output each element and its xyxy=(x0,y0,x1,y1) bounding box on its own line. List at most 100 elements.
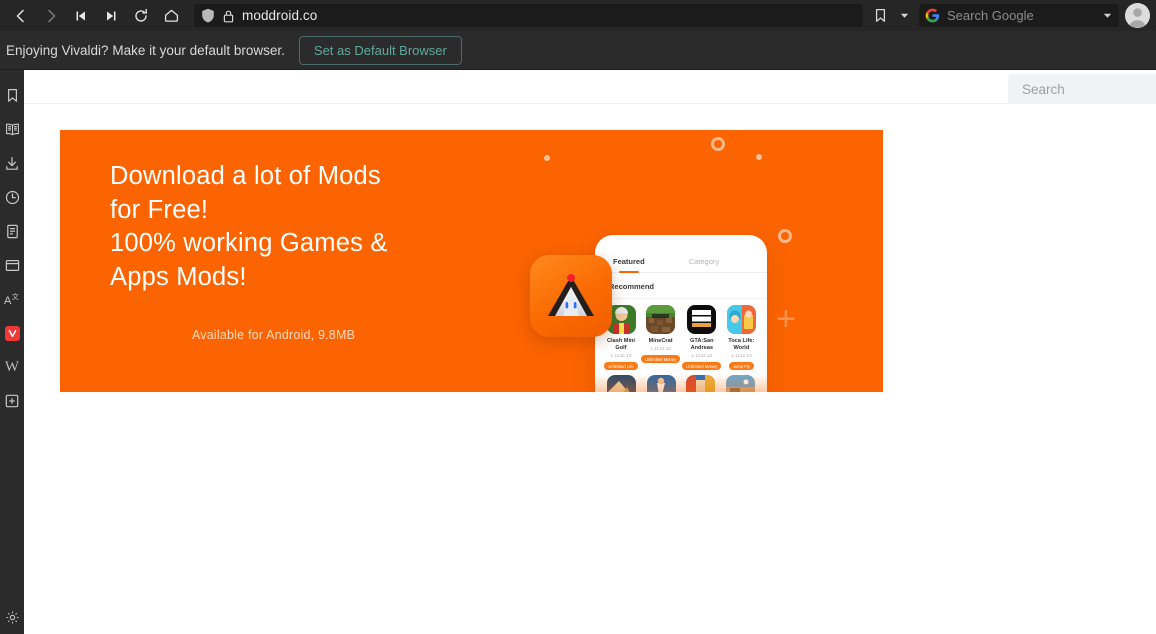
plus-square-icon xyxy=(5,394,19,408)
phone-section-title: Recommend xyxy=(595,273,767,299)
sidebar-item-add-panel[interactable] xyxy=(0,384,24,418)
avatar-glyph-icon xyxy=(1125,3,1150,28)
app-badge: Unlimited Life xyxy=(604,362,638,371)
default-browser-notification: Enjoying Vivaldi? Make it your default b… xyxy=(0,31,1156,70)
tab-featured[interactable]: Featured xyxy=(613,257,645,272)
chevron-down-icon xyxy=(1103,13,1112,18)
web-page-content: Search ✕ + Download a lot of Mods for Fr… xyxy=(24,70,1156,634)
vivaldi-v-icon xyxy=(8,329,16,337)
app-version: 1.1142.10 xyxy=(650,347,672,352)
browser-window: moddroid.co Search Google Enjoying Vival… xyxy=(0,0,1156,634)
hero-title-line: 100% working Games & xyxy=(110,229,388,257)
sidebar-item-translate[interactable]: A 文 xyxy=(0,282,24,316)
phone-tab-bar: Featured Category xyxy=(595,235,767,273)
site-search-input[interactable]: Search xyxy=(1008,74,1156,104)
home-button[interactable] xyxy=(156,3,186,29)
reload-icon xyxy=(135,8,147,22)
set-default-browser-button[interactable]: Set as Default Browser xyxy=(298,35,462,65)
app-name: Toca Life: World xyxy=(728,338,755,351)
chevron-left-icon xyxy=(16,9,24,22)
hero-title-line: Apps Mods! xyxy=(110,262,247,291)
hero-subtitle: Available for Android, 9.8MB xyxy=(192,328,356,342)
avatar-icon xyxy=(1125,3,1150,28)
reload-button[interactable] xyxy=(126,3,156,29)
bookmark-icon xyxy=(875,8,885,22)
app-card[interactable]: GTA:San Andreas 1.1142.10 Unlimited Mone… xyxy=(682,305,722,371)
sidebar-item-windows[interactable] xyxy=(0,248,24,282)
url-text: moddroid.co xyxy=(242,8,318,23)
address-bar[interactable]: moddroid.co xyxy=(194,4,863,27)
skip-forward-icon xyxy=(107,11,116,20)
sidebar-item-notes[interactable] xyxy=(0,214,24,248)
lock-icon xyxy=(223,10,234,22)
sidebar-item-wikipedia[interactable]: W xyxy=(0,350,24,384)
sidebar-settings-button[interactable] xyxy=(0,600,24,634)
phone-mockup: Featured Category Recommend Clash Mini G… xyxy=(595,235,767,392)
window-icon xyxy=(5,259,19,271)
google-icon xyxy=(925,8,940,23)
search-placeholder: Search Google xyxy=(947,8,1034,23)
bookmark-button[interactable] xyxy=(869,5,891,27)
download-icon xyxy=(6,156,18,170)
notification-message: Enjoying Vivaldi? Make it your default b… xyxy=(6,42,285,58)
shield-icon xyxy=(202,8,214,23)
wikipedia-icon: W xyxy=(4,358,20,375)
decorative-dot xyxy=(756,154,762,160)
phone-bottom-fade xyxy=(595,374,767,392)
sidebar-item-reading-list[interactable] xyxy=(0,112,24,146)
clock-icon xyxy=(5,190,19,204)
sidebar-item-history[interactable] xyxy=(0,180,24,214)
site-header: Search xyxy=(24,70,1156,104)
sidebar-item-downloads[interactable] xyxy=(0,146,24,180)
svg-text:文: 文 xyxy=(12,292,19,301)
hero-title-line: Download a lot of Mods xyxy=(110,162,381,190)
bookmark-controls xyxy=(869,5,919,27)
app-version: 1.1142.10 xyxy=(691,354,713,359)
translate-icon: A 文 xyxy=(4,292,19,307)
hero-title: Download a lot of Mods for Free! 100% wo… xyxy=(110,160,510,294)
forward-button[interactable] xyxy=(36,3,66,29)
app-name: MineCrat xyxy=(648,338,673,344)
gear-icon xyxy=(6,611,18,623)
browser-body: A 文 W Search + Download a lot of Mods fo… xyxy=(0,70,1156,634)
chevron-right-icon xyxy=(48,9,56,22)
fastforward-button[interactable] xyxy=(96,3,126,29)
back-button[interactable] xyxy=(6,3,36,29)
app-grid-row-1: Clash Mini Golf 1.1142.10 Unlimited Life… xyxy=(595,299,767,371)
home-icon xyxy=(164,9,178,22)
tab-category[interactable]: Category xyxy=(689,257,719,272)
profile-button[interactable] xyxy=(1125,3,1150,28)
app-badge: Jump Fly xyxy=(728,362,754,371)
hero-copy: Download a lot of Mods for Free! 100% wo… xyxy=(110,160,510,342)
browser-toolbar: moddroid.co Search Google xyxy=(0,0,1156,31)
decorative-plus-mark: + xyxy=(776,300,796,338)
search-bar[interactable]: Search Google xyxy=(919,4,1119,27)
sidebar-item-bookmarks[interactable] xyxy=(0,78,24,112)
moddroid-mountain-logo xyxy=(548,274,594,316)
notes-icon xyxy=(6,224,18,238)
app-icon-toca-life-world xyxy=(726,305,756,334)
chevron-down-icon xyxy=(900,13,908,18)
app-icon-minecraft xyxy=(646,305,676,334)
moddroid-logo xyxy=(530,255,612,337)
app-version: 1.1142.10 xyxy=(610,354,632,359)
app-name: GTA:San Andreas xyxy=(690,338,714,351)
app-icon-gta-san-andreas xyxy=(687,305,717,334)
hero-title-line: for Free! xyxy=(110,195,209,224)
rewind-button[interactable] xyxy=(66,3,96,29)
skip-back-icon xyxy=(76,11,85,20)
decorative-ring xyxy=(711,137,725,151)
vivaldi-logo-icon xyxy=(4,325,20,341)
decorative-dot xyxy=(544,155,550,161)
app-name: Clash Mini Golf xyxy=(607,338,635,351)
bookmark-dropdown-button[interactable] xyxy=(893,5,915,27)
app-badge: Unlimited Money xyxy=(641,355,681,364)
app-card[interactable]: Toca Life: World 1.1142.10 Jump Fly xyxy=(723,305,759,371)
app-card[interactable]: MineCrat 1.1142.10 Unlimited Money xyxy=(641,305,681,370)
book-icon xyxy=(5,123,19,136)
sidebar-item-vivaldi[interactable] xyxy=(0,316,24,350)
svg-text:A: A xyxy=(4,295,12,307)
panel-sidebar: A 文 W xyxy=(0,70,24,634)
bookmark-icon xyxy=(7,88,17,102)
app-badge: Unlimited Money xyxy=(682,362,722,371)
